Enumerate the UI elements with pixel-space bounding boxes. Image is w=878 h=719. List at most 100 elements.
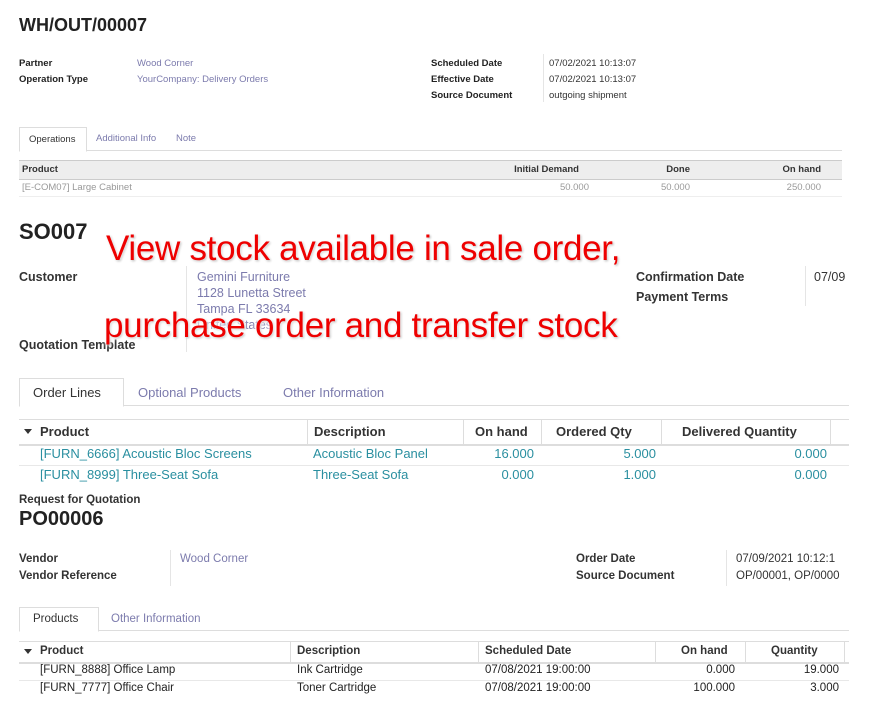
operation-type-link[interactable]: YourCompany: Delivery Orders — [137, 74, 268, 85]
rfq-subtitle: Request for Quotation — [19, 494, 141, 506]
operation-type-label: Operation Type — [19, 74, 88, 85]
col-done[interactable]: Done — [666, 164, 690, 175]
divider — [844, 642, 845, 662]
vendor-link[interactable]: Wood Corner — [180, 553, 248, 565]
tab-additional-info[interactable]: Additional Info — [96, 133, 156, 144]
source-document-value: outgoing shipment — [549, 90, 627, 101]
row-product[interactable]: [FURN_7777] Office Chair — [40, 682, 174, 694]
divider — [745, 642, 746, 662]
purchase-order-title: PO00006 — [19, 508, 104, 530]
table-row[interactable]: [FURN_8888] Office Lamp Ink Cartridge 07… — [19, 663, 849, 681]
divider — [830, 420, 831, 444]
divider — [726, 550, 727, 586]
tab-note[interactable]: Note — [176, 133, 196, 144]
row-on-hand: 250.000 — [786, 182, 821, 193]
tab-optional-products[interactable]: Optional Products — [138, 385, 241, 400]
tab-products[interactable]: Products — [19, 607, 99, 632]
row-on-hand: 0.000 — [706, 664, 735, 676]
divider — [655, 642, 656, 662]
row-quantity: 19.000 — [803, 664, 839, 676]
table-row[interactable]: [FURN_8999] Three-Seat Sofa Three-Seat S… — [19, 466, 849, 486]
divider — [805, 266, 806, 306]
row-product[interactable]: [FURN_6666] Acoustic Bloc Screens — [40, 446, 252, 461]
tabs-border — [19, 405, 849, 406]
divider — [661, 420, 662, 444]
order-date-label: Order Date — [576, 553, 636, 565]
row-on-hand: 16.000 — [494, 446, 534, 461]
row-scheduled-date: 07/08/2021 19:00:00 — [485, 664, 591, 676]
row-description: Toner Cartridge — [297, 682, 377, 694]
tabs-border — [19, 630, 849, 631]
sale-order-title: SO007 — [19, 219, 88, 244]
tabs-border — [19, 150, 842, 151]
promo-banner-line-1: View stock available in sale order, — [106, 229, 621, 268]
table-row[interactable]: [FURN_6666] Acoustic Bloc Screens Acoust… — [19, 445, 849, 466]
table-row[interactable]: [E-COM07] Large Cabinet 50.000 50.000 25… — [19, 179, 842, 197]
payment-terms-label: Payment Terms — [636, 290, 729, 304]
col-description[interactable]: Description — [314, 424, 386, 439]
col-description[interactable]: Description — [297, 645, 360, 657]
divider — [543, 54, 544, 102]
source-document-value: OP/00001, OP/0000 — [736, 570, 840, 582]
row-on-hand: 0.000 — [501, 467, 534, 482]
order-lines-header: Product Description On hand Ordered Qty … — [19, 419, 849, 446]
customer-street: 1128 Lunetta Street — [197, 286, 306, 300]
col-quantity[interactable]: Quantity — [771, 645, 818, 657]
row-product[interactable]: [FURN_8888] Office Lamp — [40, 664, 175, 676]
row-done: 50.000 — [660, 182, 690, 193]
row-on-hand: 100.000 — [693, 682, 735, 694]
customer-name[interactable]: Gemini Furniture — [197, 269, 306, 285]
vendor-label: Vendor — [19, 553, 58, 565]
row-description: Three-Seat Sofa — [313, 467, 409, 482]
effective-date-value: 07/02/2021 10:13:07 — [549, 74, 637, 85]
row-product: [E-COM07] Large Cabinet — [22, 182, 132, 193]
row-ordered-qty: 5.000 — [623, 446, 656, 461]
divider — [290, 642, 291, 662]
row-description: Ink Cartridge — [297, 664, 363, 676]
col-product[interactable]: Product — [40, 424, 89, 439]
col-on-hand[interactable]: On hand — [782, 164, 821, 175]
row-product[interactable]: [FURN_8999] Three-Seat Sofa — [40, 467, 218, 482]
divider — [170, 550, 171, 586]
col-initial-demand[interactable]: Initial Demand — [514, 164, 579, 175]
tab-order-lines-label: Order Lines — [33, 385, 101, 400]
divider — [541, 420, 542, 444]
tab-order-lines[interactable]: Order Lines — [19, 378, 124, 407]
col-product[interactable]: Product — [22, 164, 58, 175]
row-delivered: 0.000 — [794, 467, 827, 482]
caret-down-icon[interactable] — [24, 649, 32, 654]
scheduled-date-value: 07/02/2021 10:13:07 — [549, 58, 637, 69]
divider — [307, 420, 308, 444]
tab-other-information[interactable]: Other Information — [111, 613, 200, 625]
col-on-hand[interactable]: On hand — [475, 424, 528, 439]
tab-operations[interactable]: Operations — [19, 127, 87, 152]
row-delivered: 0.000 — [794, 446, 827, 461]
partner-label: Partner — [19, 58, 53, 69]
source-document-label: Source Document — [576, 570, 675, 582]
vendor-reference-label: Vendor Reference — [19, 570, 117, 582]
effective-date-label: Effective Date — [431, 74, 494, 85]
divider — [463, 420, 464, 444]
row-initial-demand: 50.000 — [559, 182, 589, 193]
customer-label: Customer — [19, 270, 78, 284]
scheduled-date-label: Scheduled Date — [431, 58, 503, 69]
table-row[interactable]: [FURN_7777] Office Chair Toner Cartridge… — [19, 681, 849, 698]
col-scheduled-date[interactable]: Scheduled Date — [485, 645, 571, 657]
row-quantity: 3.000 — [810, 682, 839, 694]
row-ordered-qty: 1.000 — [623, 467, 656, 482]
col-delivered-quantity[interactable]: Delivered Quantity — [682, 424, 797, 439]
tab-operations-label: Operations — [29, 134, 76, 145]
col-on-hand[interactable]: On hand — [681, 645, 728, 657]
tab-products-label: Products — [33, 613, 79, 625]
col-product[interactable]: Product — [40, 645, 83, 657]
operations-table-header: Product Initial Demand Done On hand — [19, 160, 842, 180]
order-date-value: 07/09/2021 10:12:1 — [736, 553, 836, 565]
promo-banner-line-2: purchase order and transfer stock — [104, 306, 618, 345]
partner-link[interactable]: Wood Corner — [137, 58, 193, 69]
divider — [478, 642, 479, 662]
tab-other-information[interactable]: Other Information — [283, 385, 384, 400]
caret-down-icon[interactable] — [24, 429, 32, 434]
row-scheduled-date: 07/08/2021 19:00:00 — [485, 682, 591, 694]
confirmation-date-value: 07/09 — [814, 270, 846, 284]
col-ordered-qty[interactable]: Ordered Qty — [556, 424, 632, 439]
